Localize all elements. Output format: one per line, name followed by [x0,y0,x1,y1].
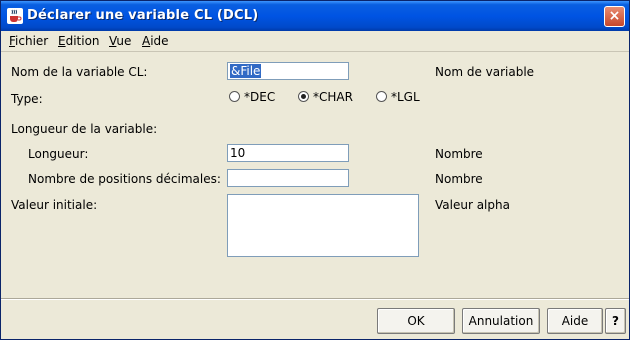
var-name-input[interactable]: &File [227,62,349,80]
radio-char[interactable]: *CHAR [298,90,353,104]
type-label: Type: [11,92,43,106]
var-name-label: Nom de la variable CL: [11,65,148,79]
radio-label: *LGL [391,90,420,104]
context-help-button[interactable]: ? [605,308,626,334]
menu-edition[interactable]: Edition [58,34,100,48]
help-button[interactable]: Aide [547,308,603,334]
form-panel: Nom de la variable CL: &File Nom de vari… [1,52,629,297]
decimals-label: Nombre de positions décimales: [28,172,221,186]
dialog-window: Déclarer une variable CL (DCL) × Fichier… [0,0,630,340]
window-title: Déclarer une variable CL (DCL) [27,8,259,23]
initial-value-hint: Valeur alpha [435,198,510,212]
selected-text: &File [230,64,262,78]
radio-label: *CHAR [313,90,353,104]
menu-label: ue [116,34,132,48]
menu-bar: Fichier Edition Vue Aide [1,31,629,52]
button-bar: OK Annulation Aide ? [1,300,629,340]
length-input[interactable]: 10 [227,144,349,162]
radio-unchecked-icon [376,91,387,102]
radio-dec[interactable]: *DEC [229,90,275,104]
radio-lgl[interactable]: *LGL [376,90,420,104]
radio-checked-icon [298,91,309,102]
decimals-hint: Nombre [435,172,483,186]
menu-label: ichier [15,34,49,48]
close-icon: × [608,8,621,24]
ok-button[interactable]: OK [377,308,455,334]
length-section-label: Longueur de la variable: [11,122,158,136]
menu-aide[interactable]: Aide [142,34,169,48]
menu-mnemonic: A [142,34,151,48]
initial-value-label: Valeur initiale: [11,198,98,212]
close-button[interactable]: × [604,6,625,27]
cancel-button[interactable]: Annulation [462,308,540,334]
radio-label: *DEC [244,90,276,104]
radio-unchecked-icon [229,91,240,102]
var-name-hint: Nom de variable [435,65,535,79]
menu-label: dition [65,34,100,48]
java-coffee-cup-icon [7,8,23,24]
title-bar[interactable]: Déclarer une variable CL (DCL) × [1,1,629,31]
menu-vue[interactable]: Vue [109,34,131,48]
length-hint: Nombre [435,147,483,161]
menu-label: ide [150,34,169,48]
initial-value-textarea[interactable] [227,194,419,257]
menu-fichier[interactable]: Fichier [9,34,48,48]
menu-mnemonic: E [58,34,66,48]
decimals-input[interactable] [227,169,349,187]
length-label: Longueur: [28,147,89,161]
